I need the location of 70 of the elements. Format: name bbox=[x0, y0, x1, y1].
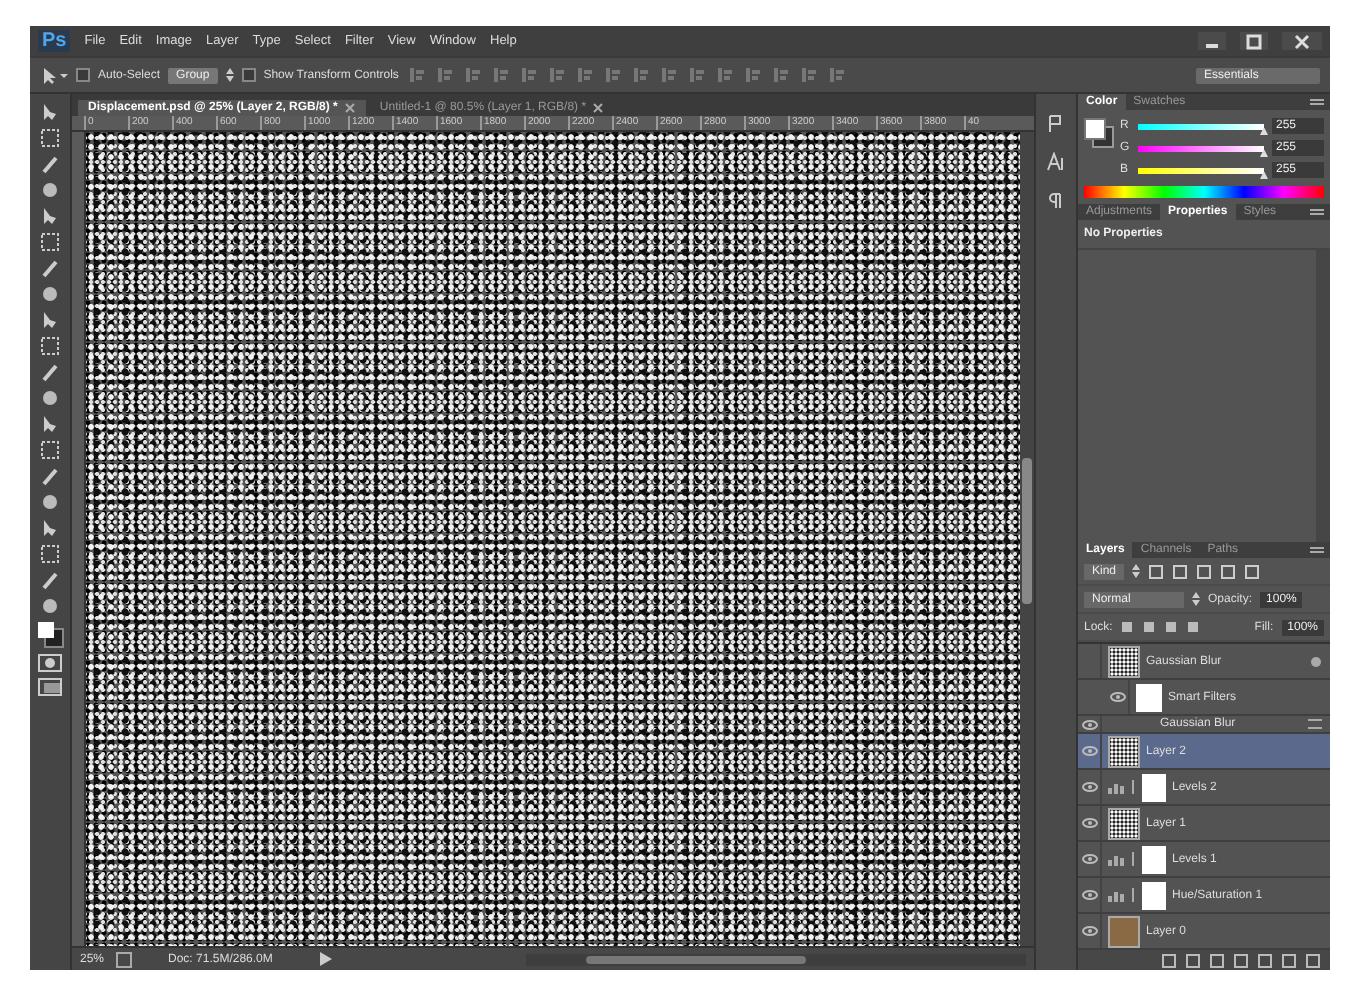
slider-thumb[interactable] bbox=[1260, 127, 1268, 135]
mask-thumbnail bbox=[1142, 881, 1166, 909]
eye-icon bbox=[1081, 818, 1097, 828]
move-tool-icon[interactable] bbox=[40, 65, 68, 85]
eye-icon bbox=[1081, 854, 1097, 864]
visibility-toggle[interactable] bbox=[1078, 878, 1102, 912]
export-icon[interactable] bbox=[116, 951, 133, 967]
close-icon[interactable] bbox=[592, 102, 605, 114]
visibility-toggle[interactable] bbox=[1078, 914, 1102, 948]
link-icon bbox=[1130, 780, 1136, 794]
quick-mask-icon[interactable] bbox=[38, 654, 62, 672]
paragraph-icon[interactable] bbox=[1046, 190, 1066, 210]
color-spectrum[interactable] bbox=[1084, 186, 1324, 198]
visibility-toggle[interactable] bbox=[1078, 716, 1102, 732]
close-icon[interactable] bbox=[343, 102, 356, 114]
eye-icon bbox=[1081, 890, 1097, 900]
checkbox[interactable] bbox=[241, 68, 256, 82]
checkbox[interactable] bbox=[76, 68, 90, 82]
eye-icon bbox=[1081, 746, 1097, 756]
maximize-button[interactable] bbox=[1240, 32, 1268, 50]
dropdown-arrows-icon[interactable] bbox=[1132, 564, 1141, 578]
color-swatches-icon[interactable] bbox=[1084, 118, 1114, 148]
sliders-icon[interactable] bbox=[1308, 718, 1322, 730]
slider-thumb[interactable] bbox=[1260, 171, 1268, 179]
layer-thumbnail bbox=[1108, 807, 1140, 839]
screen-mode-icon[interactable] bbox=[38, 678, 62, 696]
visibility-toggle[interactable] bbox=[1078, 770, 1102, 804]
path-select-icon[interactable] bbox=[40, 518, 60, 538]
layer-thumbnail bbox=[1108, 915, 1140, 947]
color-swatches-icon[interactable] bbox=[37, 622, 63, 648]
history-icon[interactable] bbox=[1046, 114, 1066, 134]
character-icon[interactable] bbox=[1046, 152, 1066, 172]
eye-icon bbox=[1081, 782, 1097, 792]
layer-thumbnail bbox=[1108, 645, 1140, 677]
visibility-toggle[interactable] bbox=[1078, 842, 1102, 876]
slider-thumb[interactable] bbox=[1260, 149, 1268, 157]
minimize-button[interactable] bbox=[1198, 32, 1226, 50]
layer-thumbnail bbox=[1108, 735, 1140, 767]
menu-icon[interactable] bbox=[1310, 545, 1324, 555]
eye-icon bbox=[1109, 692, 1125, 702]
link-icon bbox=[1130, 852, 1136, 866]
maximize-icon bbox=[1246, 33, 1262, 49]
menu-icon[interactable] bbox=[1310, 207, 1324, 217]
color-slider[interactable] bbox=[1138, 167, 1264, 173]
dropdown-arrows-icon[interactable] bbox=[1192, 592, 1200, 606]
adjustment-icon bbox=[1108, 853, 1124, 865]
mask-thumbnail bbox=[1136, 683, 1162, 711]
app-logo: Ps bbox=[38, 30, 71, 52]
dropdown-arrows-icon[interactable] bbox=[225, 68, 234, 82]
close-button[interactable] bbox=[1282, 32, 1322, 50]
adjustment-icon bbox=[1108, 781, 1124, 793]
menu-icon[interactable] bbox=[1310, 97, 1324, 107]
scroll-bar[interactable] bbox=[1316, 250, 1330, 542]
eye-icon bbox=[1081, 926, 1097, 936]
color-slider[interactable] bbox=[1138, 123, 1264, 129]
visibility-toggle[interactable] bbox=[1106, 680, 1130, 714]
visibility-toggle[interactable] bbox=[1078, 734, 1102, 768]
move-tool-icon[interactable] bbox=[40, 102, 60, 122]
eye-icon bbox=[1081, 719, 1097, 729]
visibility-toggle[interactable] bbox=[1078, 806, 1102, 840]
link-icon bbox=[1130, 888, 1136, 902]
scroll-bar[interactable] bbox=[1020, 132, 1034, 946]
marquee-tool-icon[interactable] bbox=[40, 128, 60, 148]
mask-thumbnail bbox=[1142, 845, 1166, 873]
scroll-bar[interactable] bbox=[526, 953, 1026, 965]
close-icon bbox=[1294, 33, 1310, 49]
adjustment-icon bbox=[1108, 889, 1124, 901]
mask-thumbnail bbox=[1142, 773, 1166, 801]
color-slider[interactable] bbox=[1138, 145, 1264, 151]
play-icon[interactable] bbox=[320, 952, 333, 966]
